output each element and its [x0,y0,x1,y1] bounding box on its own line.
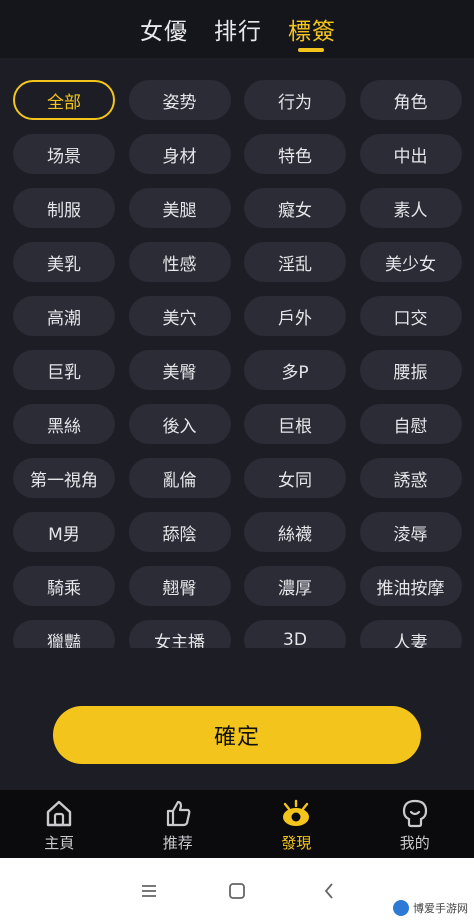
tab-tags[interactable]: 標簽 [288,12,336,46]
nav-item-home[interactable]: 主頁 [0,790,119,858]
tag-chip[interactable]: 身材 [128,134,231,174]
tag-chip[interactable]: 人妻 [359,620,462,648]
tag-chip[interactable]: 第一視角 [13,458,115,498]
watermark: 博爱手游网 [393,900,468,916]
tag-chip[interactable]: 素人 [359,188,462,228]
tag-chip[interactable]: 舔陰 [128,512,231,552]
tag-chip[interactable]: 3D [244,620,346,648]
tag-chip[interactable]: 腰振 [359,350,462,390]
eye-icon [279,798,313,828]
tag-chip[interactable]: 癡女 [244,188,346,228]
thumbs-up-icon [161,798,195,828]
confirm-panel: 確定 [0,648,474,790]
nav-item-me[interactable]: 我的 [356,790,474,858]
tag-chip[interactable]: 獵豔 [13,620,115,648]
tag-chip[interactable]: 淫乱 [244,242,346,282]
tag-chip[interactable]: 场景 [13,134,115,174]
nav-label: 推荐 [162,834,193,852]
tag-chip[interactable]: 後入 [128,404,231,444]
tag-chip[interactable]: 巨根 [244,404,346,444]
tag-chip[interactable]: 戶外 [244,296,346,336]
tag-grid: 全部 姿势 行为 角色场景 身材 特色 中出制服 美腿 癡女 素人美乳 性感 淫乱 美少女高潮 美穴 戶外口… [13,80,462,648]
tag-chip[interactable]: 高潮 [13,296,115,336]
tag-chip[interactable]: 美穴 [128,296,231,336]
nav-label: 發現 [281,834,312,852]
home-square-icon[interactable] [222,876,252,906]
tag-chip[interactable]: 全部 [13,80,115,120]
tag-chip[interactable]: 美臀 [128,350,231,390]
tag-chip[interactable]: 女同 [244,458,346,498]
tag-chip[interactable]: 制服 [13,188,115,228]
tag-chip[interactable]: 濃厚 [244,566,346,606]
menu-icon[interactable] [134,876,164,906]
tag-chip[interactable]: M男 [13,512,115,552]
tag-chip[interactable]: 美少女 [359,242,462,282]
tab-actresses[interactable]: 女優 [140,12,188,46]
tag-chip[interactable]: 特色 [244,134,346,174]
tag-chip[interactable]: 口交 [359,296,462,336]
watermark-text: 博爱手游网 [413,902,468,915]
watermark-logo-icon [393,900,409,916]
bottom-navigation: 主頁 推荐 發現 我的 [0,790,474,858]
tag-chip[interactable]: 性感 [128,242,231,282]
profile-bulb-icon [398,798,432,828]
tag-chip[interactable]: 亂倫 [128,458,231,498]
tag-chip[interactable]: 巨乳 [13,350,115,390]
tag-chip[interactable]: 翹臀 [128,566,231,606]
nav-item-recommend[interactable]: 推荐 [119,790,238,858]
active-tab-indicator [298,48,324,52]
tab-ranking[interactable]: 排行 [214,12,262,46]
tag-chip[interactable]: 多P [244,350,346,390]
tag-chip[interactable]: 淩辱 [359,512,462,552]
tag-chip[interactable]: 姿势 [128,80,231,120]
tag-chip[interactable]: 美乳 [13,242,115,282]
tag-chip[interactable]: 騎乘 [13,566,115,606]
back-icon[interactable] [314,876,344,906]
nav-label: 主頁 [44,834,75,852]
nav-item-discover[interactable]: 發現 [237,790,356,858]
confirm-button[interactable]: 確定 [53,706,421,764]
home-icon [42,798,76,828]
tag-grid-area: 全部 姿势 行为 角色场景 身材 特色 中出制服 美腿 癡女 素人美乳 性感 淫乱 美少女高潮 美穴 戶外口… [0,58,474,648]
tag-chip[interactable]: 絲襪 [244,512,346,552]
nav-label: 我的 [399,834,430,852]
tag-chip[interactable]: 自慰 [359,404,462,444]
top-tab-bar: 女優 排行 標簽 [0,0,474,58]
tag-chip[interactable]: 黑絲 [13,404,115,444]
tag-chip[interactable]: 女主播 [128,620,231,648]
tag-chip[interactable]: 行为 [244,80,346,120]
tag-chip[interactable]: 角色 [359,80,462,120]
tag-chip[interactable]: 中出 [359,134,462,174]
tag-chip[interactable]: 誘惑 [359,458,462,498]
tag-chip[interactable]: 推油按摩 [359,566,462,606]
tag-chip[interactable]: 美腿 [128,188,231,228]
system-navigation-bar: 博爱手游网 [0,858,474,922]
